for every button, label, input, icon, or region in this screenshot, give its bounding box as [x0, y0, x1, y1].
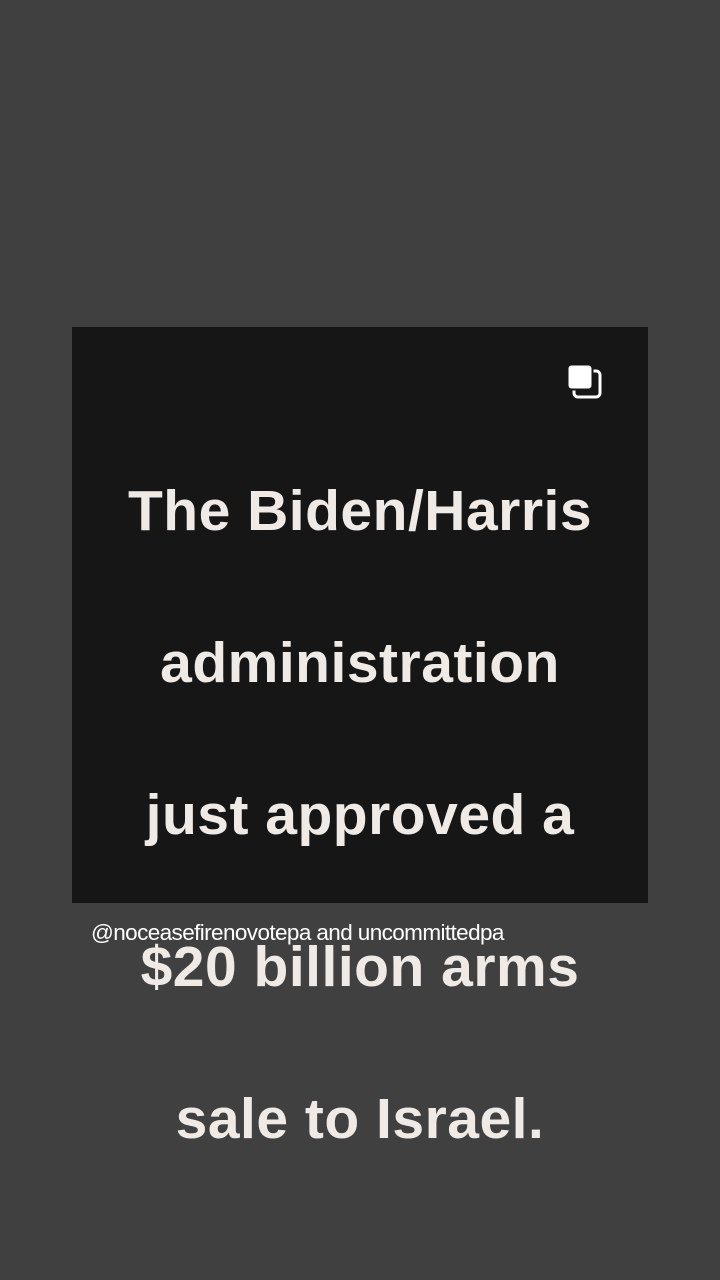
- post-text-line: administration: [160, 631, 560, 695]
- story-frame: The Biden/Harris administration just app…: [0, 0, 720, 1280]
- post-text-line: The Biden/Harris: [127, 479, 593, 543]
- multiple-images-icon: [566, 363, 602, 399]
- post-text-line: just approved a: [145, 783, 575, 847]
- post-text-line: sale to Israel.: [175, 1087, 545, 1151]
- shared-post-card[interactable]: The Biden/Harris administration just app…: [72, 327, 648, 1151]
- post-text: The Biden/Harris administration just app…: [72, 397, 648, 1233]
- story-caption: @noceasefirenovotepa and uncommittedpa: [91, 920, 504, 945]
